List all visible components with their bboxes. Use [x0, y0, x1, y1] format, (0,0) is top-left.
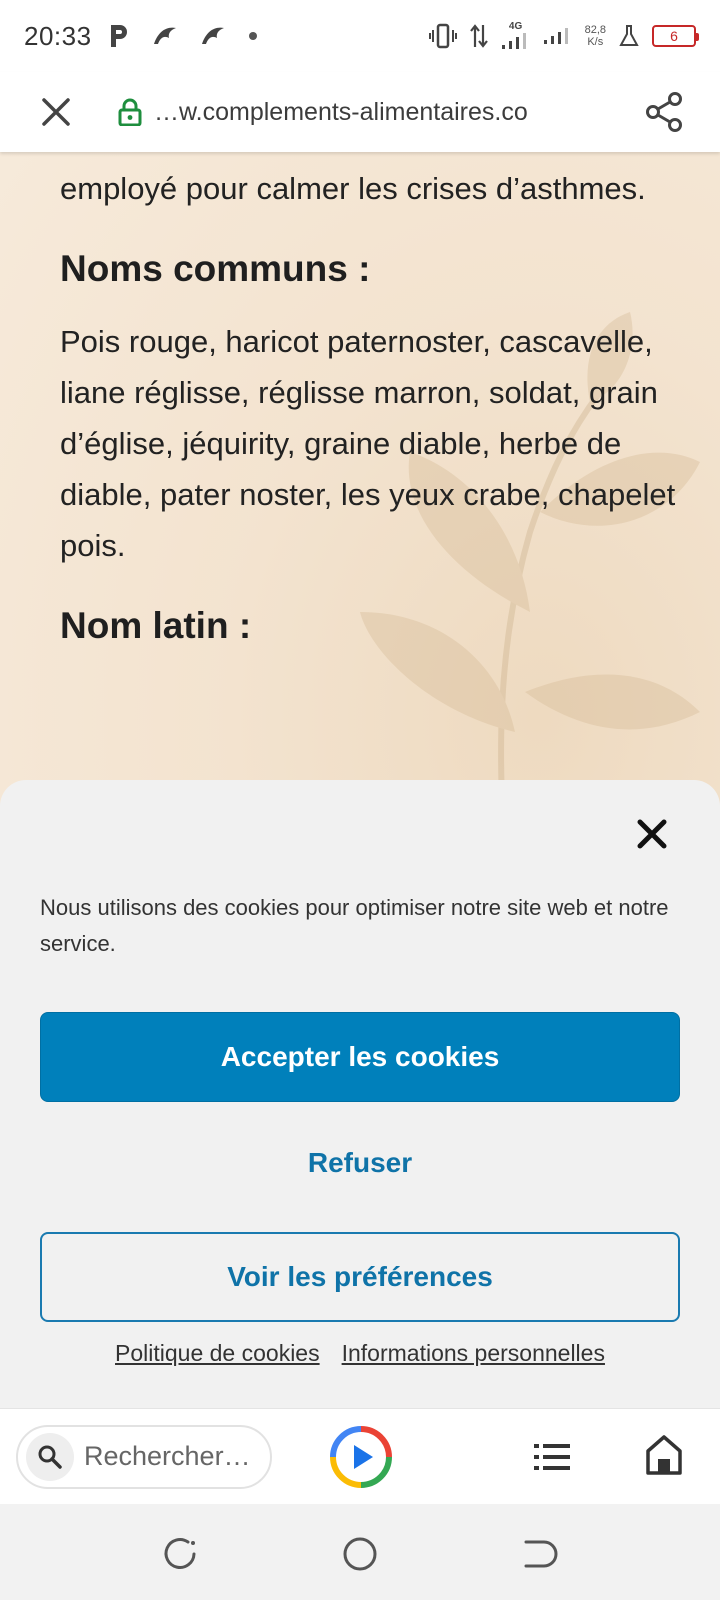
battery-icon: 6: [652, 25, 699, 47]
lock-icon[interactable]: [116, 97, 144, 127]
share-icon: [646, 92, 682, 132]
heading-common-names: Noms communs :: [60, 248, 371, 289]
article-content: est un anti-inflammatoire, il est aussi …: [60, 152, 680, 673]
back-icon[interactable]: [520, 1534, 560, 1574]
home-circle-icon[interactable]: [340, 1534, 380, 1574]
personal-info-link[interactable]: Informations personnelles: [342, 1340, 605, 1367]
network-type: 4G: [508, 21, 523, 32]
cookie-close-button[interactable]: [624, 806, 680, 862]
close-tab-button[interactable]: [26, 82, 86, 142]
system-navigation-bar: [0, 1504, 720, 1600]
signal-icon: [501, 33, 526, 49]
bird-icon: [153, 27, 176, 44]
search-input[interactable]: Rechercher…: [16, 1424, 272, 1489]
url-text[interactable]: …w.complements-alimentaires.co: [154, 98, 584, 127]
search-icon: [26, 1432, 74, 1481]
lab-flask-icon: [619, 25, 639, 46]
cookie-message: Nous utilisons des cookies pour optimise…: [40, 895, 669, 956]
article-intro-paragraph: est un anti-inflammatoire, il est aussi …: [60, 152, 646, 206]
status-bar: 20:33 4G 82,8 K/s 6: [0, 0, 720, 72]
bird-icon: [201, 27, 224, 44]
cookie-links: Politique de cookies Informations person…: [0, 1340, 720, 1367]
search-placeholder: Rechercher…: [84, 1441, 251, 1471]
share-button[interactable]: [636, 84, 692, 140]
refuse-cookies-button[interactable]: Refuser: [40, 1120, 680, 1206]
heading-latin-name: Nom latin :: [60, 605, 252, 646]
signal-icon: [543, 28, 568, 44]
home-icon[interactable]: [644, 1433, 684, 1477]
net-speed-value: 82,8: [584, 24, 606, 36]
recent-apps-icon[interactable]: [160, 1534, 200, 1574]
view-preferences-button[interactable]: Voir les préférences: [40, 1232, 680, 1322]
net-speed-unit: K/s: [587, 36, 604, 48]
status-right: 4G 82,8 K/s 6: [428, 22, 699, 50]
net-speed: 82,8 K/s: [585, 24, 606, 48]
battery-level: 6: [670, 28, 678, 44]
cookie-consent-panel: Nous utilisons des cookies pour optimise…: [0, 780, 720, 1408]
browser-toolbar: …w.complements-alimentaires.co: [0, 72, 720, 152]
cookie-policy-link[interactable]: Politique de cookies: [115, 1340, 320, 1367]
common-names-paragraph: Pois rouge, haricot paternoster, cascave…: [60, 324, 676, 563]
list-icon[interactable]: [532, 1437, 572, 1477]
notification-icons: [108, 23, 258, 49]
vibrate-icon: [428, 23, 457, 49]
parking-icon: [110, 25, 127, 47]
data-arrows-icon: [469, 24, 488, 48]
signal-4g: 4G: [501, 22, 531, 50]
status-time: 20:33: [24, 20, 92, 51]
close-icon: [42, 98, 70, 126]
play-icon[interactable]: [330, 1426, 392, 1488]
dot-icon: [248, 32, 257, 40]
bottom-browser-bar: Rechercher…: [0, 1408, 720, 1504]
close-icon: [637, 819, 667, 849]
accept-cookies-button[interactable]: Accepter les cookies: [40, 1012, 680, 1102]
